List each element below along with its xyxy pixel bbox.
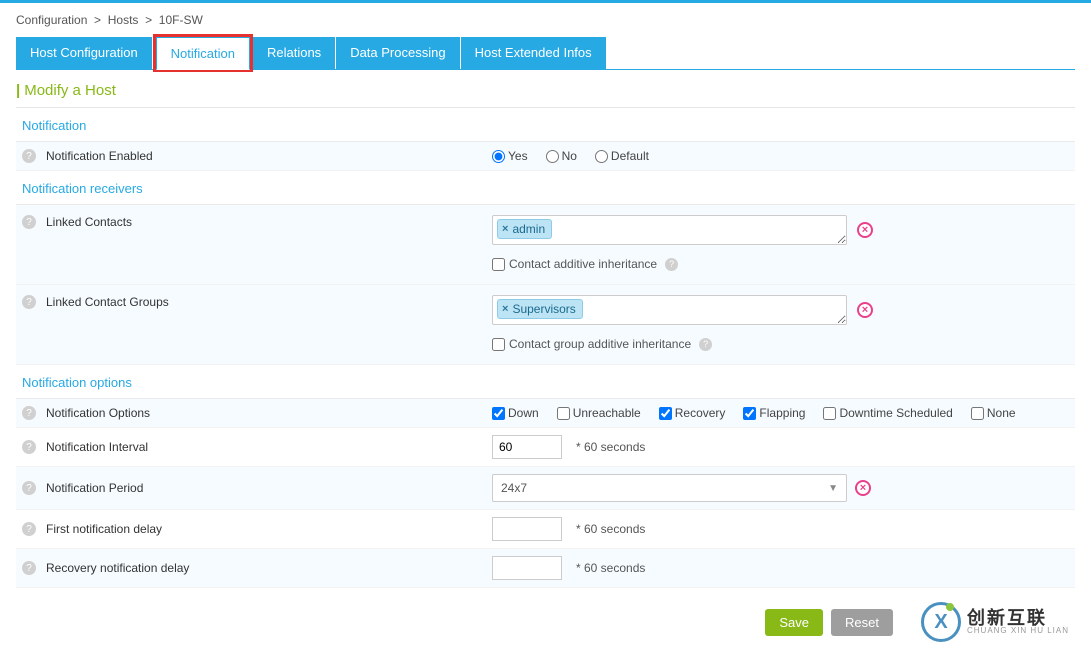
checkbox-unreachable[interactable] <box>557 407 570 420</box>
help-icon[interactable]: ? <box>22 561 36 575</box>
tab-data-processing[interactable]: Data Processing <box>336 37 459 69</box>
row-notification-period: ? Notification Period 24x7 ▼ × <box>16 467 1075 510</box>
breadcrumb-l1[interactable]: Configuration <box>16 13 87 27</box>
row-linked-contact-groups: ? Linked Contact Groups × Supervisors × … <box>16 285 1075 365</box>
logo-icon: X <box>921 602 961 642</box>
label-linked-contacts: Linked Contacts <box>46 215 132 229</box>
row-first-notification-delay: ? First notification delay * 60 seconds <box>16 510 1075 549</box>
breadcrumb: Configuration > Hosts > 10F-SW <box>16 7 1075 37</box>
breadcrumb-l2[interactable]: Hosts <box>108 13 139 27</box>
checkbox-downtime[interactable] <box>823 407 836 420</box>
tabs: Host Configuration Notification Relation… <box>16 37 1075 70</box>
help-icon[interactable]: ? <box>22 481 36 495</box>
row-recovery-notification-delay: ? Recovery notification delay * 60 secon… <box>16 549 1075 588</box>
radio-no[interactable] <box>546 150 559 163</box>
first-delay-input[interactable] <box>492 517 562 541</box>
chevron-down-icon: ▼ <box>828 483 838 494</box>
help-icon[interactable]: ? <box>22 149 36 163</box>
help-icon[interactable]: ? <box>22 295 36 309</box>
label-notification-options: Notification Options <box>46 406 150 420</box>
clear-period-button[interactable]: × <box>855 480 871 496</box>
clear-contacts-button[interactable]: × <box>857 222 873 238</box>
suffix-seconds: * 60 seconds <box>576 561 645 575</box>
linked-contact-groups-input[interactable]: × Supervisors <box>492 295 847 325</box>
suffix-seconds: * 60 seconds <box>576 440 645 454</box>
help-icon[interactable]: ? <box>22 440 36 454</box>
tag-admin: × admin <box>497 219 552 239</box>
checkbox-contact-inheritance[interactable] <box>492 258 505 271</box>
help-icon[interactable]: ? <box>665 258 678 271</box>
active-tab-highlight: Notification <box>153 34 253 72</box>
row-notification-interval: ? Notification Interval * 60 seconds <box>16 428 1075 467</box>
recovery-delay-input[interactable] <box>492 556 562 580</box>
clear-contact-groups-button[interactable]: × <box>857 302 873 318</box>
page-title: |Modify a Host <box>16 70 1075 108</box>
tab-host-extended-infos[interactable]: Host Extended Infos <box>461 37 606 69</box>
section-options: Notification options <box>16 365 1075 399</box>
reset-button[interactable]: Reset <box>831 609 893 636</box>
breadcrumb-l3: 10F-SW <box>159 13 203 27</box>
row-notification-enabled: ? Notification Enabled Yes No Default <box>16 142 1075 171</box>
row-linked-contacts: ? Linked Contacts × admin × Contact addi… <box>16 205 1075 285</box>
tag-supervisors: × Supervisors <box>497 299 583 319</box>
checkbox-none[interactable] <box>971 407 984 420</box>
tab-host-configuration[interactable]: Host Configuration <box>16 37 152 69</box>
label-notification-interval: Notification Interval <box>46 440 148 454</box>
brand-logo: X 创新互联 CHUANG XIN HU LIAN <box>921 602 1069 642</box>
tab-notification[interactable]: Notification <box>156 37 250 70</box>
section-notification: Notification <box>16 108 1075 142</box>
notification-interval-input[interactable] <box>492 435 562 459</box>
checkbox-flapping[interactable] <box>743 407 756 420</box>
checkbox-down[interactable] <box>492 407 505 420</box>
label-notification-enabled: Notification Enabled <box>46 149 153 163</box>
label-first-notification-delay: First notification delay <box>46 522 162 536</box>
remove-tag-icon[interactable]: × <box>502 303 508 315</box>
suffix-seconds: * 60 seconds <box>576 522 645 536</box>
checkbox-group-inheritance[interactable] <box>492 338 505 351</box>
remove-tag-icon[interactable]: × <box>502 223 508 235</box>
help-icon[interactable]: ? <box>699 338 712 351</box>
label-notification-period: Notification Period <box>46 481 143 495</box>
label-linked-contact-groups: Linked Contact Groups <box>46 295 169 309</box>
label-recovery-notification-delay: Recovery notification delay <box>46 561 189 575</box>
checkbox-recovery[interactable] <box>659 407 672 420</box>
radio-default[interactable] <box>595 150 608 163</box>
label-group-inheritance: Contact group additive inheritance <box>509 337 691 351</box>
row-notification-options: ? Notification Options Down Unreachable … <box>16 399 1075 428</box>
footer: Save Reset X 创新互联 CHUANG XIN HU LIAN <box>16 588 1075 642</box>
help-icon[interactable]: ? <box>22 406 36 420</box>
section-receivers: Notification receivers <box>16 171 1075 205</box>
radio-yes[interactable] <box>492 150 505 163</box>
notification-period-select[interactable]: 24x7 ▼ <box>492 474 847 502</box>
label-contact-inheritance: Contact additive inheritance <box>509 257 657 271</box>
tab-relations[interactable]: Relations <box>253 37 335 69</box>
save-button[interactable]: Save <box>765 609 823 636</box>
help-icon[interactable]: ? <box>22 215 36 229</box>
linked-contacts-input[interactable]: × admin <box>492 215 847 245</box>
help-icon[interactable]: ? <box>22 522 36 536</box>
